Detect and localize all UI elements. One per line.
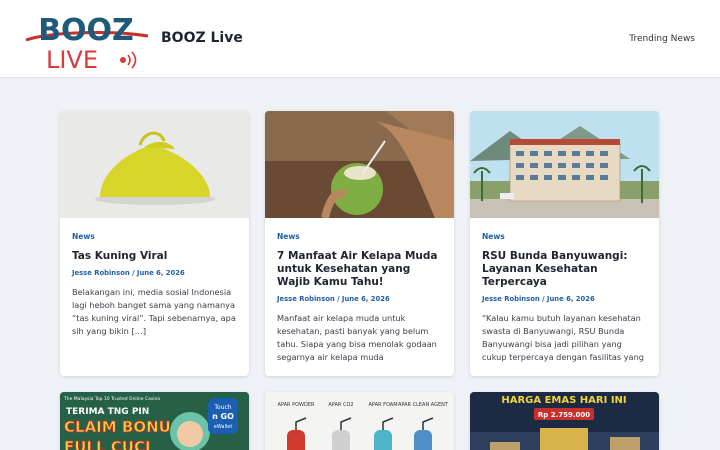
svg-text:The Malaysia Top 10 Trusted On: The Malaysia Top 10 Trusted Online Casin…	[63, 396, 160, 402]
post-author[interactable]: Jesse Robinson	[482, 295, 540, 303]
post-thumbnail[interactable]	[60, 111, 249, 218]
svg-text:HARGA EMAS HARI INI: HARGA EMAS HARI INI	[501, 395, 626, 406]
post-thumbnail[interactable]	[265, 111, 454, 218]
svg-text:APAR CLEAN AGENT: APAR CLEAN AGENT	[398, 402, 449, 408]
post-date[interactable]: June 6, 2026	[547, 295, 595, 303]
svg-text:APAR POWDER: APAR POWDER	[278, 402, 316, 408]
post-thumbnail[interactable]: APAR POWDER APAR CO2 APAR FOAM APAR CLEA…	[265, 392, 454, 450]
post-date[interactable]: June 6, 2026	[342, 295, 390, 303]
site-header: BOOZ LIVE BOOZ Live Trending News	[0, 0, 720, 78]
booz-live-logo[interactable]: BOOZ LIVE	[20, 10, 152, 72]
post-card[interactable]: News Tas Kuning Viral Jesse Robinson / J…	[60, 111, 249, 376]
svg-text:eWallet: eWallet	[214, 424, 233, 430]
post-thumbnail[interactable]: The Malaysia Top 10 Trusted Online Casin…	[60, 392, 249, 450]
post-author[interactable]: Jesse Robinson	[72, 269, 130, 277]
post-category[interactable]: News	[482, 232, 647, 241]
post-card[interactable]: The Malaysia Top 10 Trusted Online Casin…	[60, 392, 249, 450]
site-title[interactable]: BOOZ Live	[161, 30, 243, 46]
post-category[interactable]: News	[277, 232, 442, 241]
logo-top-text: BOOZ	[38, 13, 134, 48]
post-category[interactable]: News	[72, 232, 237, 241]
nav-trending-news[interactable]: Trending News	[629, 34, 695, 44]
post-card[interactable]: News 7 Manfaat Air Kelapa Muda untuk Kes…	[265, 111, 454, 376]
svg-text:Rp 2.759.000: Rp 2.759.000	[538, 411, 590, 419]
svg-text:APAR FOAM: APAR FOAM	[368, 402, 397, 408]
post-card[interactable]: APAR POWDER APAR CO2 APAR FOAM APAR CLEA…	[265, 392, 454, 450]
post-title[interactable]: 7 Manfaat Air Kelapa Muda untuk Kesehata…	[277, 250, 442, 289]
post-thumbnail[interactable]: HARGA EMAS HARI INI Rp 2.759.000	[470, 392, 659, 450]
post-meta: Jesse Robinson / June 6, 2026	[72, 269, 185, 277]
post-excerpt: Manfaat air kelapa muda untuk kesehatan,…	[277, 313, 437, 362]
svg-text:n GO: n GO	[212, 412, 234, 421]
post-author[interactable]: Jesse Robinson	[277, 295, 335, 303]
post-excerpt: Belakangan ini, media sosial Indonesia l…	[72, 287, 236, 336]
logo-bottom-text: LIVE	[46, 46, 98, 72]
svg-text:APAR CO2: APAR CO2	[328, 402, 353, 408]
post-title[interactable]: Tas Kuning Viral	[72, 250, 237, 263]
svg-text:CLAIM BONUS: CLAIM BONUS	[64, 418, 182, 436]
post-date[interactable]: June 6, 2026	[137, 269, 185, 277]
post-card[interactable]: News RSU Bunda Banyuwangi: Layanan Keseh…	[470, 111, 659, 376]
post-card[interactable]: HARGA EMAS HARI INI Rp 2.759.000	[470, 392, 659, 450]
post-excerpt: “Kalau kamu butuh layanan kesehatan swas…	[482, 313, 644, 362]
svg-text:FULL CUCI: FULL CUCI	[64, 438, 151, 450]
post-title[interactable]: RSU Bunda Banyuwangi: Layanan Kesehatan …	[482, 250, 647, 289]
post-meta: Jesse Robinson / June 6, 2026	[277, 295, 390, 303]
post-meta: Jesse Robinson / June 6, 2026	[482, 295, 595, 303]
broadcast-icon	[120, 57, 126, 63]
svg-text:Touch: Touch	[213, 404, 231, 411]
post-thumbnail[interactable]	[470, 111, 659, 218]
svg-text:TERIMA TNG PIN: TERIMA TNG PIN	[66, 407, 149, 417]
